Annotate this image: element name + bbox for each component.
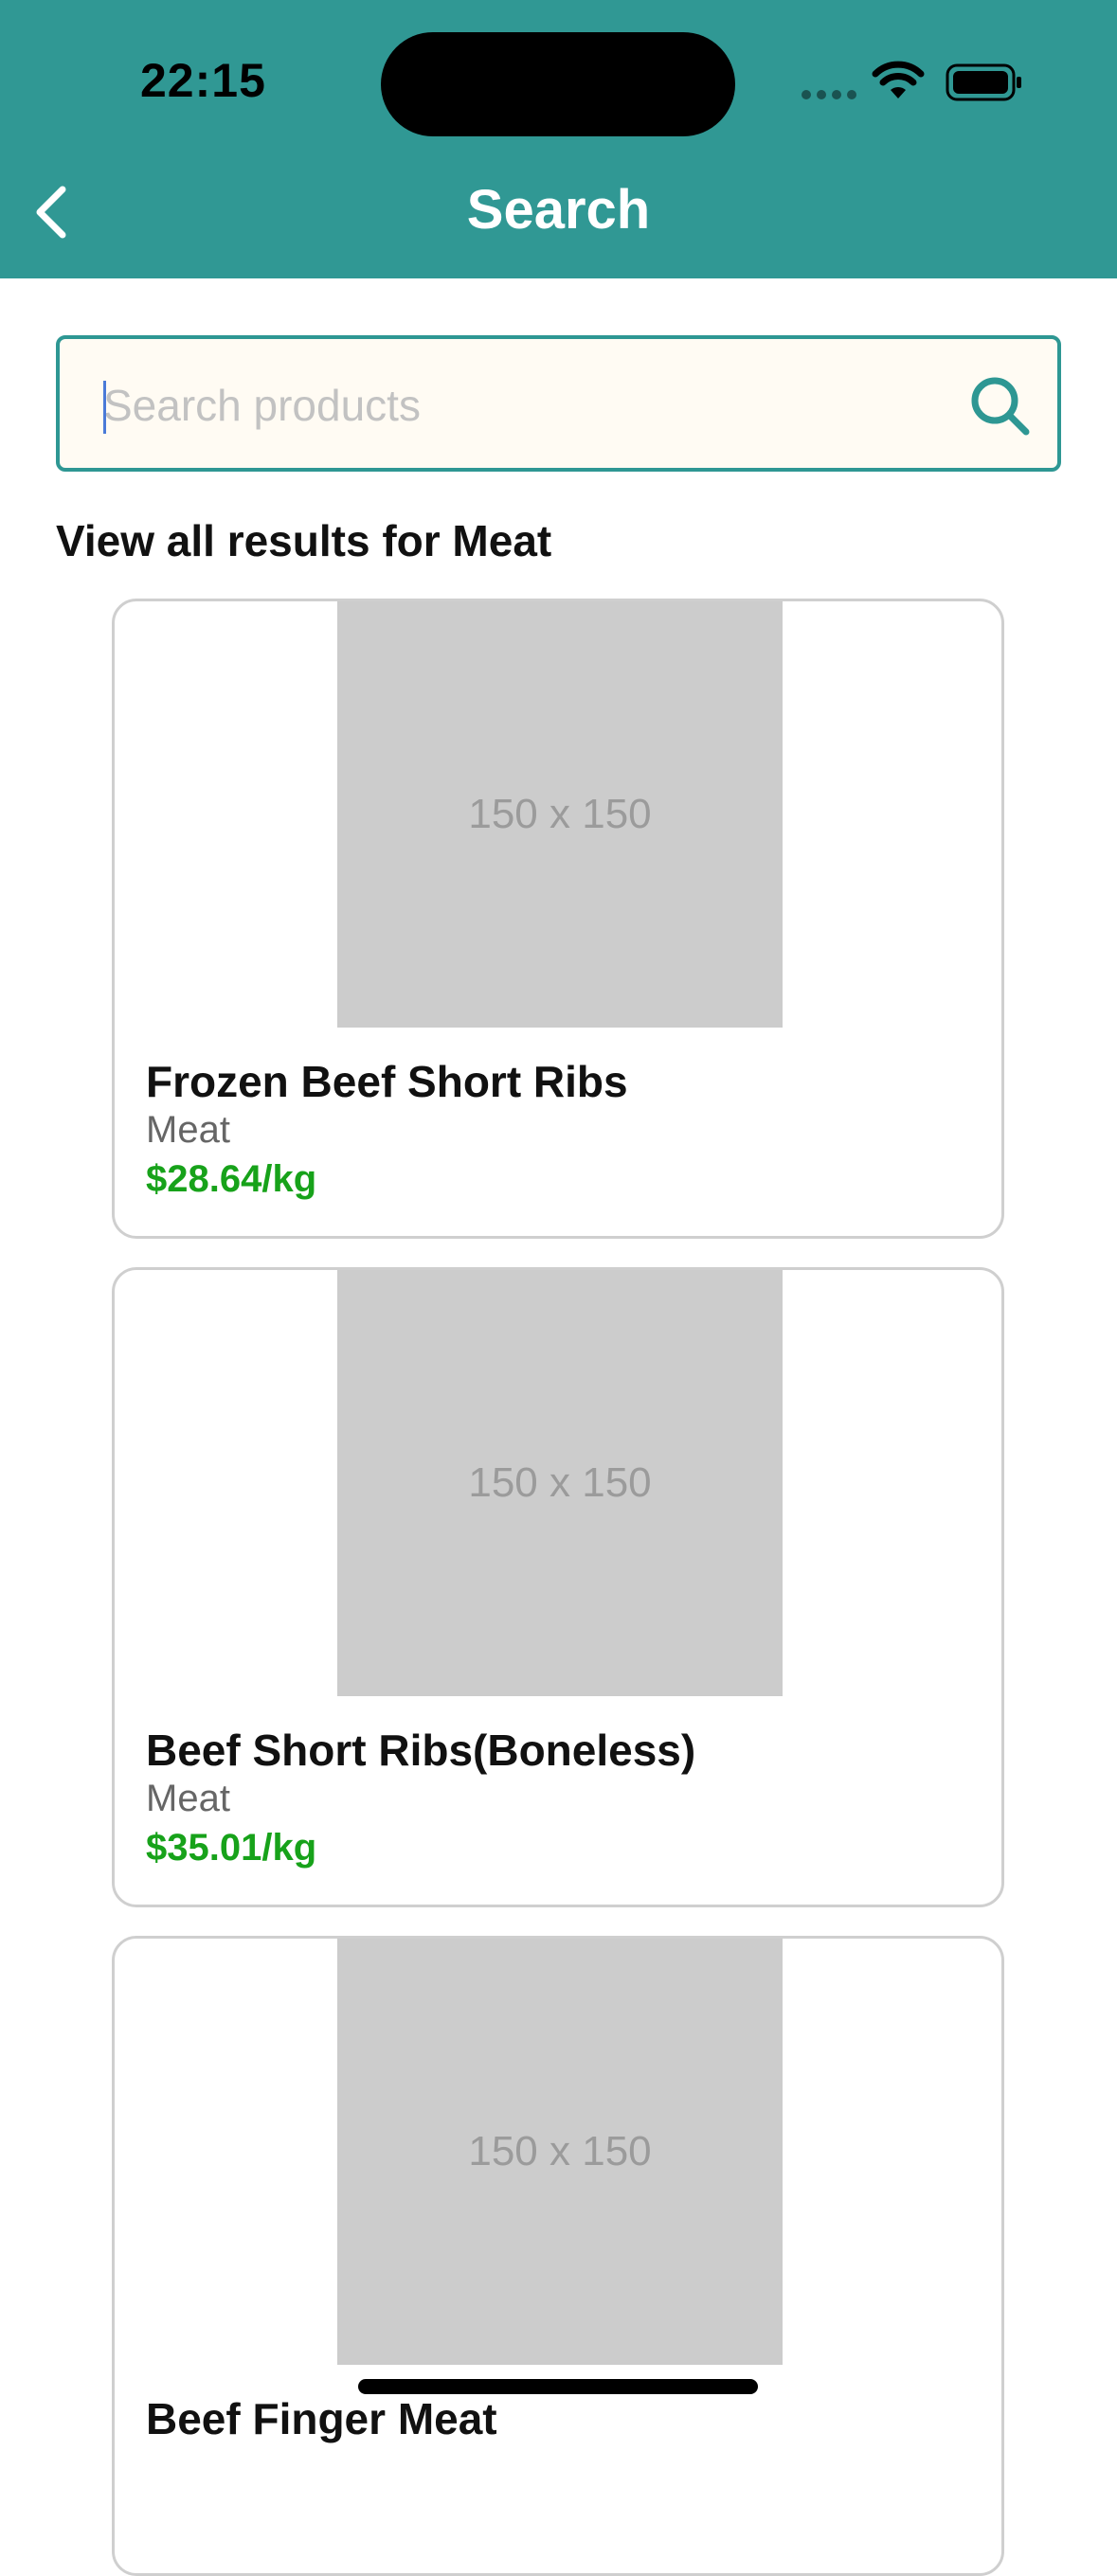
wifi-icon [872,61,925,98]
battery-icon [946,63,1021,101]
page-title: Search [466,179,651,241]
product-card[interactable]: 150 x 150 Frozen Beef Short Ribs Meat $2… [112,599,1004,1239]
signal-dots-icon [802,87,858,102]
search-input[interactable] [103,367,937,443]
results-heading[interactable]: View all results for Meat [56,515,551,566]
product-card[interactable]: 150 x 150 Beef Finger Meat [112,1936,1004,2576]
product-card[interactable]: 150 x 150 Beef Short Ribs(Boneless) Meat… [112,1267,1004,1907]
product-image-placeholder: 150 x 150 [337,1270,783,1696]
app-header: 22:15 Search [0,0,1117,278]
product-image-placeholder: 150 x 150 [337,601,783,1028]
product-price: $28.64/kg [146,1158,317,1200]
search-bar [56,335,1061,472]
product-price: $35.01/kg [146,1827,317,1869]
product-category: Meat [146,1109,230,1151]
home-indicator [358,2379,758,2394]
product-category: Meat [146,1778,230,1819]
dynamic-island [381,32,735,136]
product-name: Beef Short Ribs(Boneless) [146,1726,696,1775]
product-image-placeholder: 150 x 150 [337,1939,783,2365]
text-caret [103,381,106,434]
status-time: 22:15 [140,54,266,107]
product-name: Beef Finger Meat [146,2394,497,2443]
search-icon[interactable] [967,373,1032,438]
product-name: Frozen Beef Short Ribs [146,1057,628,1106]
